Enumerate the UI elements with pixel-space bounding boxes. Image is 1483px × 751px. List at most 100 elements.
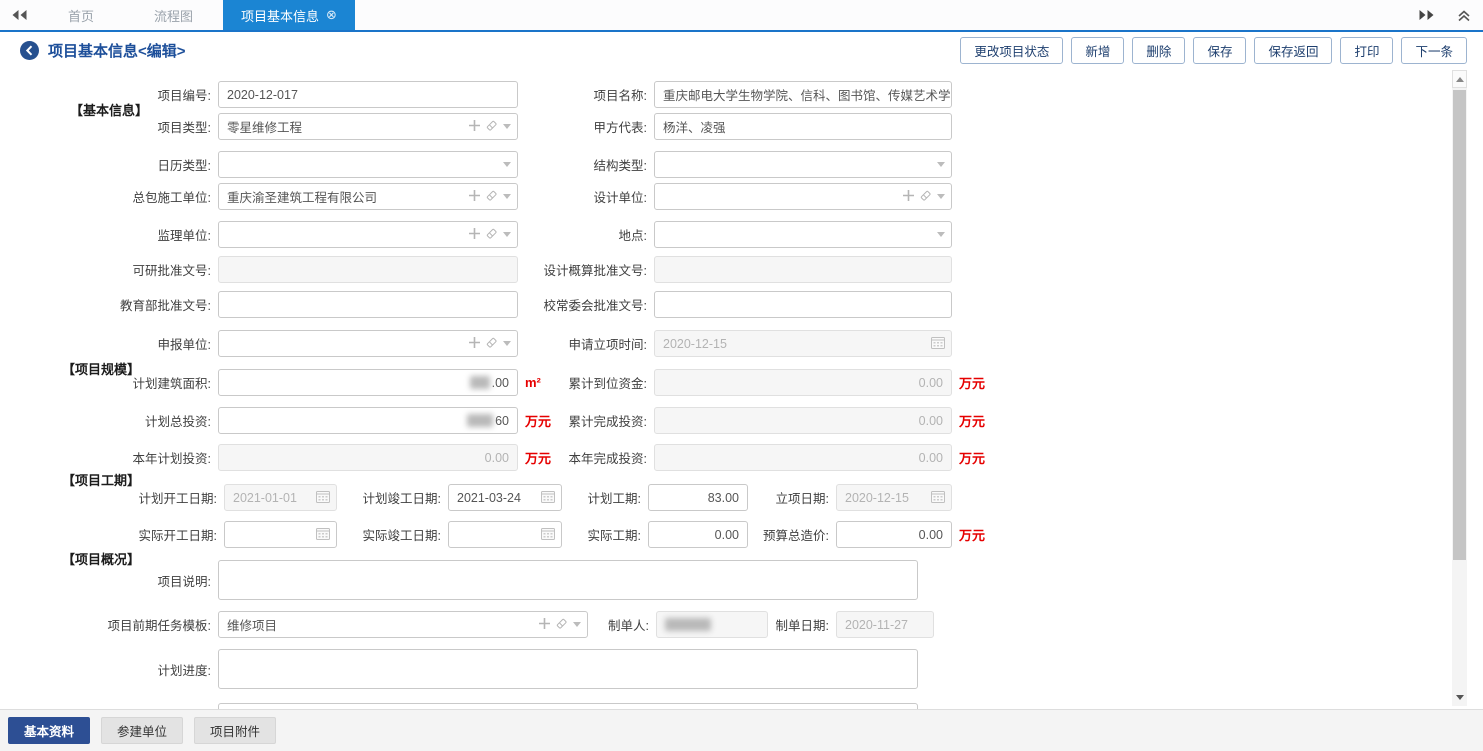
- cum-funds-input[interactable]: 0.00: [654, 369, 952, 396]
- general-contractor-input[interactable]: 重庆渝圣建筑工程有限公司: [218, 183, 518, 210]
- scroll-down-button[interactable]: [1452, 688, 1467, 706]
- budget-total-input[interactable]: 0.00: [836, 521, 952, 548]
- field-label: 本年计划投资:: [40, 448, 218, 467]
- bill-maker-input[interactable]: [656, 611, 768, 638]
- field-label: 可研批准文号:: [40, 260, 218, 279]
- double-right-icon[interactable]: [1407, 0, 1445, 30]
- plan-area-input[interactable]: .00: [218, 369, 518, 396]
- party-rep-input[interactable]: 杨洋、凌强: [654, 113, 952, 140]
- project-form: 【基本信息】 【项目规模】 【项目工期】 【项目概况】 项目编号: 2020-1…: [0, 0, 1483, 751]
- location-select[interactable]: [654, 221, 952, 248]
- field-cum-funds: 累计到位资金: 0.00 万元: [478, 369, 985, 396]
- field-label: 校常委会批准文号:: [478, 295, 654, 314]
- field-party-rep: 甲方代表: 杨洋、凌强: [478, 113, 952, 140]
- field-general-contractor: 总包施工单位: 重庆渝圣建筑工程有限公司: [40, 183, 518, 210]
- field-label: 实际竣工日期:: [342, 525, 448, 544]
- field-value: 2020-12-15: [845, 491, 909, 505]
- toolbar-buttons: 更改项目状态 新增 删除 保存 保存返回 打印 下一条: [960, 37, 1483, 64]
- top-tab-bar: 首页 流程图 项目基本信息 ⊗: [0, 0, 1483, 32]
- moe-approval-no-input[interactable]: [218, 291, 518, 318]
- chevron-down-icon[interactable]: [937, 232, 945, 237]
- calendar-icon[interactable]: [316, 527, 330, 543]
- save-return-button[interactable]: 保存返回: [1254, 37, 1332, 64]
- save-button[interactable]: 保存: [1193, 37, 1246, 64]
- approval-date-input[interactable]: 2020-12-15: [836, 484, 952, 511]
- cum-invest-done-input[interactable]: 0.00: [654, 407, 952, 434]
- calendar-icon[interactable]: [316, 490, 330, 506]
- field-label: 制单日期:: [772, 615, 836, 634]
- pre-task-template-input[interactable]: 维修项目: [218, 611, 588, 638]
- field-approval-date: 立项日期: 2020-12-15: [748, 484, 952, 511]
- tab-project-attachments[interactable]: 项目附件: [194, 717, 276, 744]
- calendar-icon[interactable]: [541, 490, 555, 506]
- delete-button[interactable]: 删除: [1132, 37, 1185, 64]
- chevron-down-icon[interactable]: [937, 194, 945, 199]
- field-label: 申请立项时间:: [478, 334, 654, 353]
- add-icon[interactable]: [539, 618, 550, 632]
- add-icon[interactable]: [903, 190, 914, 204]
- vertical-scrollbar[interactable]: [1452, 70, 1467, 706]
- year-invest-done-input[interactable]: 0.00: [654, 444, 952, 471]
- double-left-icon[interactable]: [0, 0, 38, 30]
- project-desc-input[interactable]: [218, 560, 918, 600]
- field-value: 2020-12-15: [663, 337, 727, 351]
- design-unit-input[interactable]: [654, 183, 952, 210]
- actual-duration-input[interactable]: 0.00: [648, 521, 748, 548]
- structure-type-select[interactable]: [654, 151, 952, 178]
- chevron-down-icon[interactable]: [937, 162, 945, 167]
- calendar-icon[interactable]: [541, 527, 555, 543]
- year-plan-invest-input[interactable]: 0.00: [218, 444, 518, 471]
- field-plan-progress: 计划进度:: [40, 649, 918, 689]
- triangle-up-icon: [1456, 77, 1464, 82]
- tab-flowchart[interactable]: 流程图: [124, 0, 223, 30]
- declare-unit-input[interactable]: [218, 330, 518, 357]
- project-no-input[interactable]: 2020-12-017: [218, 81, 518, 108]
- field-label: 计划工期:: [566, 488, 648, 507]
- project-type-input[interactable]: 零星维修工程: [218, 113, 518, 140]
- tab-participating-units[interactable]: 参建单位: [101, 717, 183, 744]
- redacted-value: [665, 618, 711, 631]
- tab-home[interactable]: 首页: [38, 0, 124, 30]
- calendar-type-select[interactable]: [218, 151, 518, 178]
- chevron-down-icon[interactable]: [573, 622, 581, 627]
- field-label: 结构类型:: [478, 155, 654, 174]
- scroll-up-button[interactable]: [1452, 70, 1467, 88]
- field-value: 2021-03-24: [457, 491, 521, 505]
- plan-duration-input[interactable]: 83.00: [648, 484, 748, 511]
- field-year-plan-invest: 本年计划投资: 0.00 万元: [40, 444, 551, 471]
- add-button[interactable]: 新增: [1071, 37, 1124, 64]
- field-committee-approval-no: 校常委会批准文号:: [478, 291, 952, 318]
- tab-project-info[interactable]: 项目基本信息 ⊗: [223, 0, 355, 30]
- committee-approval-no-input[interactable]: [654, 291, 952, 318]
- field-value: 零星维修工程: [227, 117, 302, 136]
- tab-basic-data[interactable]: 基本资料: [8, 717, 90, 744]
- design-estimate-no-input[interactable]: [654, 256, 952, 283]
- supervision-unit-input[interactable]: [218, 221, 518, 248]
- eraser-icon[interactable]: [919, 189, 932, 205]
- field-actual-start-date: 实际开工日期:: [40, 521, 337, 548]
- eraser-icon[interactable]: [555, 617, 568, 633]
- apply-date-input[interactable]: 2020-12-15: [654, 330, 952, 357]
- project-name-input[interactable]: 重庆邮电大学生物学院、信科、图书馆、传媒艺术学院: [654, 81, 952, 108]
- plan-total-invest-input[interactable]: 60: [218, 407, 518, 434]
- field-moe-approval-no: 教育部批准文号:: [40, 291, 518, 318]
- change-project-status-button[interactable]: 更改项目状态: [960, 37, 1063, 64]
- feasibility-no-input[interactable]: [218, 256, 518, 283]
- plan-start-date-input[interactable]: 2021-01-01: [224, 484, 337, 511]
- plan-end-date-input[interactable]: 2021-03-24: [448, 484, 562, 511]
- calendar-icon[interactable]: [931, 336, 945, 352]
- bill-date-input[interactable]: 2020-11-27: [836, 611, 934, 638]
- close-icon[interactable]: ⊗: [326, 7, 337, 23]
- scrollbar-thumb[interactable]: [1453, 90, 1466, 560]
- calendar-icon[interactable]: [931, 490, 945, 506]
- plan-progress-input[interactable]: [218, 649, 918, 689]
- field-actual-duration: 实际工期: 0.00: [566, 521, 748, 548]
- collapse-up-icon[interactable]: [1445, 0, 1483, 30]
- next-record-button[interactable]: 下一条: [1401, 37, 1467, 64]
- print-button[interactable]: 打印: [1340, 37, 1393, 64]
- field-calendar-type: 日历类型:: [40, 151, 518, 178]
- actual-start-date-input[interactable]: [224, 521, 337, 548]
- actual-end-date-input[interactable]: [448, 521, 562, 548]
- bottom-tab-bar: 基本资料 参建单位 项目附件: [0, 709, 1483, 751]
- back-button[interactable]: [20, 41, 39, 60]
